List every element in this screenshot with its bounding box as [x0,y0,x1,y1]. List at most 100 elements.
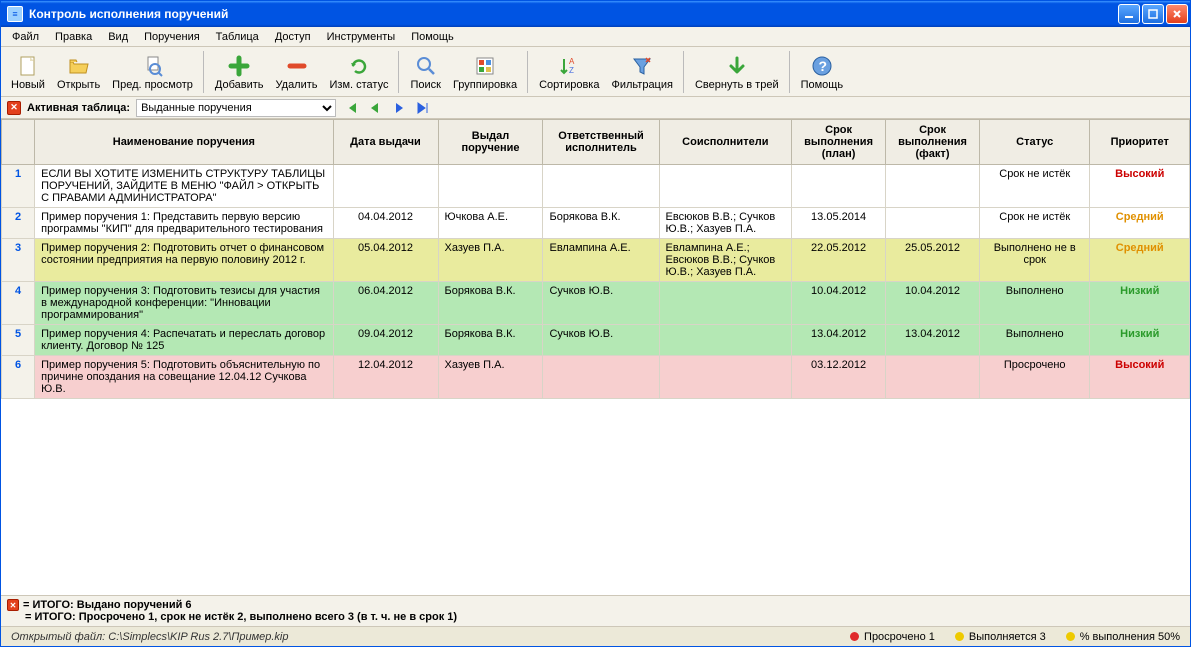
cell-status[interactable]: Срок не истёк [979,165,1090,208]
cell-description[interactable]: Пример поручения 2: Подготовить отчет о … [35,239,333,282]
cell-plan[interactable]: 13.05.2014 [792,208,886,239]
cell-description[interactable]: Пример поручения 4: Распечатать и пересл… [35,325,333,356]
cell-date[interactable]: 06.04.2012 [333,282,438,325]
cell-description[interactable]: Пример поручения 3: Подготовить тезисы д… [35,282,333,325]
cell-status[interactable]: Выполнено [979,282,1090,325]
nav-prev-button[interactable] [366,99,384,117]
cell-responsible[interactable] [543,356,659,399]
cell-coexec[interactable] [659,356,792,399]
minimize-button[interactable] [1118,4,1140,24]
cell-date[interactable] [333,165,438,208]
cell-description[interactable]: Пример поручения 1: Представить первую в… [35,208,333,239]
cell-issuer[interactable]: Борякова В.К. [438,282,543,325]
cell-date[interactable]: 04.04.2012 [333,208,438,239]
cell-coexec[interactable]: Евлампина А.Е.; Евсюков В.В.; Сучков Ю.В… [659,239,792,282]
cell-coexec[interactable] [659,282,792,325]
maximize-button[interactable] [1142,4,1164,24]
col-fact[interactable]: Срок выполнения (факт) [886,120,980,165]
cell-status[interactable]: Срок не истёк [979,208,1090,239]
table-row[interactable]: 1ЕСЛИ ВЫ ХОТИТЕ ИЗМЕНИТЬ СТРУКТУРУ ТАБЛИ… [2,165,1190,208]
table-row[interactable]: 5Пример поручения 4: Распечатать и перес… [2,325,1190,356]
cell-responsible[interactable]: Борякова В.К. [543,208,659,239]
cell-issuer[interactable] [438,165,543,208]
cell-coexec[interactable] [659,165,792,208]
close-totals-icon[interactable]: ✕ [7,599,19,611]
filter-button[interactable]: Фильтрация [605,49,678,95]
menu-edit[interactable]: Правка [48,29,99,45]
cell-plan[interactable]: 03.12.2012 [792,356,886,399]
col-date[interactable]: Дата выдачи [333,120,438,165]
nav-first-button[interactable] [342,99,360,117]
nav-next-button[interactable] [390,99,408,117]
cell-fact[interactable] [886,165,980,208]
sort-button[interactable]: AZСортировка [533,49,605,95]
menu-view[interactable]: Вид [101,29,135,45]
cell-status[interactable]: Выполнено [979,325,1090,356]
cell-fact[interactable]: 10.04.2012 [886,282,980,325]
active-table-select[interactable]: Выданные поручения [136,99,336,117]
cell-priority[interactable]: Высокий [1090,356,1190,399]
col-rownum[interactable] [2,120,35,165]
cell-coexec[interactable] [659,325,792,356]
cell-status[interactable]: Выполнено не в срок [979,239,1090,282]
col-plan[interactable]: Срок выполнения (план) [792,120,886,165]
table-row[interactable]: 3Пример поручения 2: Подготовить отчет о… [2,239,1190,282]
menu-tasks[interactable]: Поручения [137,29,207,45]
cell-plan[interactable]: 10.04.2012 [792,282,886,325]
cell-priority[interactable]: Низкий [1090,325,1190,356]
cell-fact[interactable]: 25.05.2012 [886,239,980,282]
cell-status[interactable]: Просрочено [979,356,1090,399]
search-button[interactable]: Поиск [404,49,446,95]
cell-description[interactable]: Пример поручения 5: Подготовить объяснит… [35,356,333,399]
cell-fact[interactable] [886,356,980,399]
cell-fact[interactable] [886,208,980,239]
preview-button[interactable]: Пред. просмотр [106,49,199,95]
cell-rownum[interactable]: 4 [2,282,35,325]
help-button[interactable]: ?Помощь [795,49,850,95]
cell-rownum[interactable]: 3 [2,239,35,282]
close-table-icon[interactable]: ✕ [7,101,21,115]
menu-help[interactable]: Помощь [404,29,461,45]
cell-plan[interactable]: 13.04.2012 [792,325,886,356]
cell-date[interactable]: 12.04.2012 [333,356,438,399]
table-row[interactable]: 6Пример поручения 5: Подготовить объясни… [2,356,1190,399]
cell-date[interactable]: 09.04.2012 [333,325,438,356]
col-issuer[interactable]: Выдал поручение [438,120,543,165]
tray-button[interactable]: Свернуть в трей [689,49,785,95]
cell-responsible[interactable]: Евлампина А.Е. [543,239,659,282]
col-priority[interactable]: Приоритет [1090,120,1190,165]
col-status[interactable]: Статус [979,120,1090,165]
table-row[interactable]: 2Пример поручения 1: Представить первую … [2,208,1190,239]
table-row[interactable]: 4Пример поручения 3: Подготовить тезисы … [2,282,1190,325]
new-button[interactable]: Новый [5,49,51,95]
cell-issuer[interactable]: Борякова В.К. [438,325,543,356]
menu-tools[interactable]: Инструменты [320,29,403,45]
nav-last-button[interactable] [414,99,432,117]
cell-plan[interactable] [792,165,886,208]
group-button[interactable]: Группировка [447,49,523,95]
close-button[interactable] [1166,4,1188,24]
col-name[interactable]: Наименование поручения [35,120,333,165]
cell-priority[interactable]: Средний [1090,239,1190,282]
cell-responsible[interactable] [543,165,659,208]
cell-priority[interactable]: Высокий [1090,165,1190,208]
cell-issuer[interactable]: Хазуев П.А. [438,239,543,282]
cell-rownum[interactable]: 1 [2,165,35,208]
table-scroll-area[interactable]: Наименование поручения Дата выдачи Выдал… [1,119,1190,595]
cell-date[interactable]: 05.04.2012 [333,239,438,282]
cell-rownum[interactable]: 5 [2,325,35,356]
cell-priority[interactable]: Средний [1090,208,1190,239]
cell-rownum[interactable]: 2 [2,208,35,239]
add-button[interactable]: Добавить [209,49,270,95]
cell-issuer[interactable]: Хазуев П.А. [438,356,543,399]
menu-table[interactable]: Таблица [209,29,266,45]
cell-fact[interactable]: 13.04.2012 [886,325,980,356]
cell-plan[interactable]: 22.05.2012 [792,239,886,282]
cell-responsible[interactable]: Сучков Ю.В. [543,325,659,356]
delete-button[interactable]: Удалить [270,49,324,95]
cell-rownum[interactable]: 6 [2,356,35,399]
col-responsible[interactable]: Ответственный исполнитель [543,120,659,165]
menu-file[interactable]: Файл [5,29,46,45]
cell-priority[interactable]: Низкий [1090,282,1190,325]
cell-coexec[interactable]: Евсюков В.В.; Сучков Ю.В.; Хазуев П.А. [659,208,792,239]
